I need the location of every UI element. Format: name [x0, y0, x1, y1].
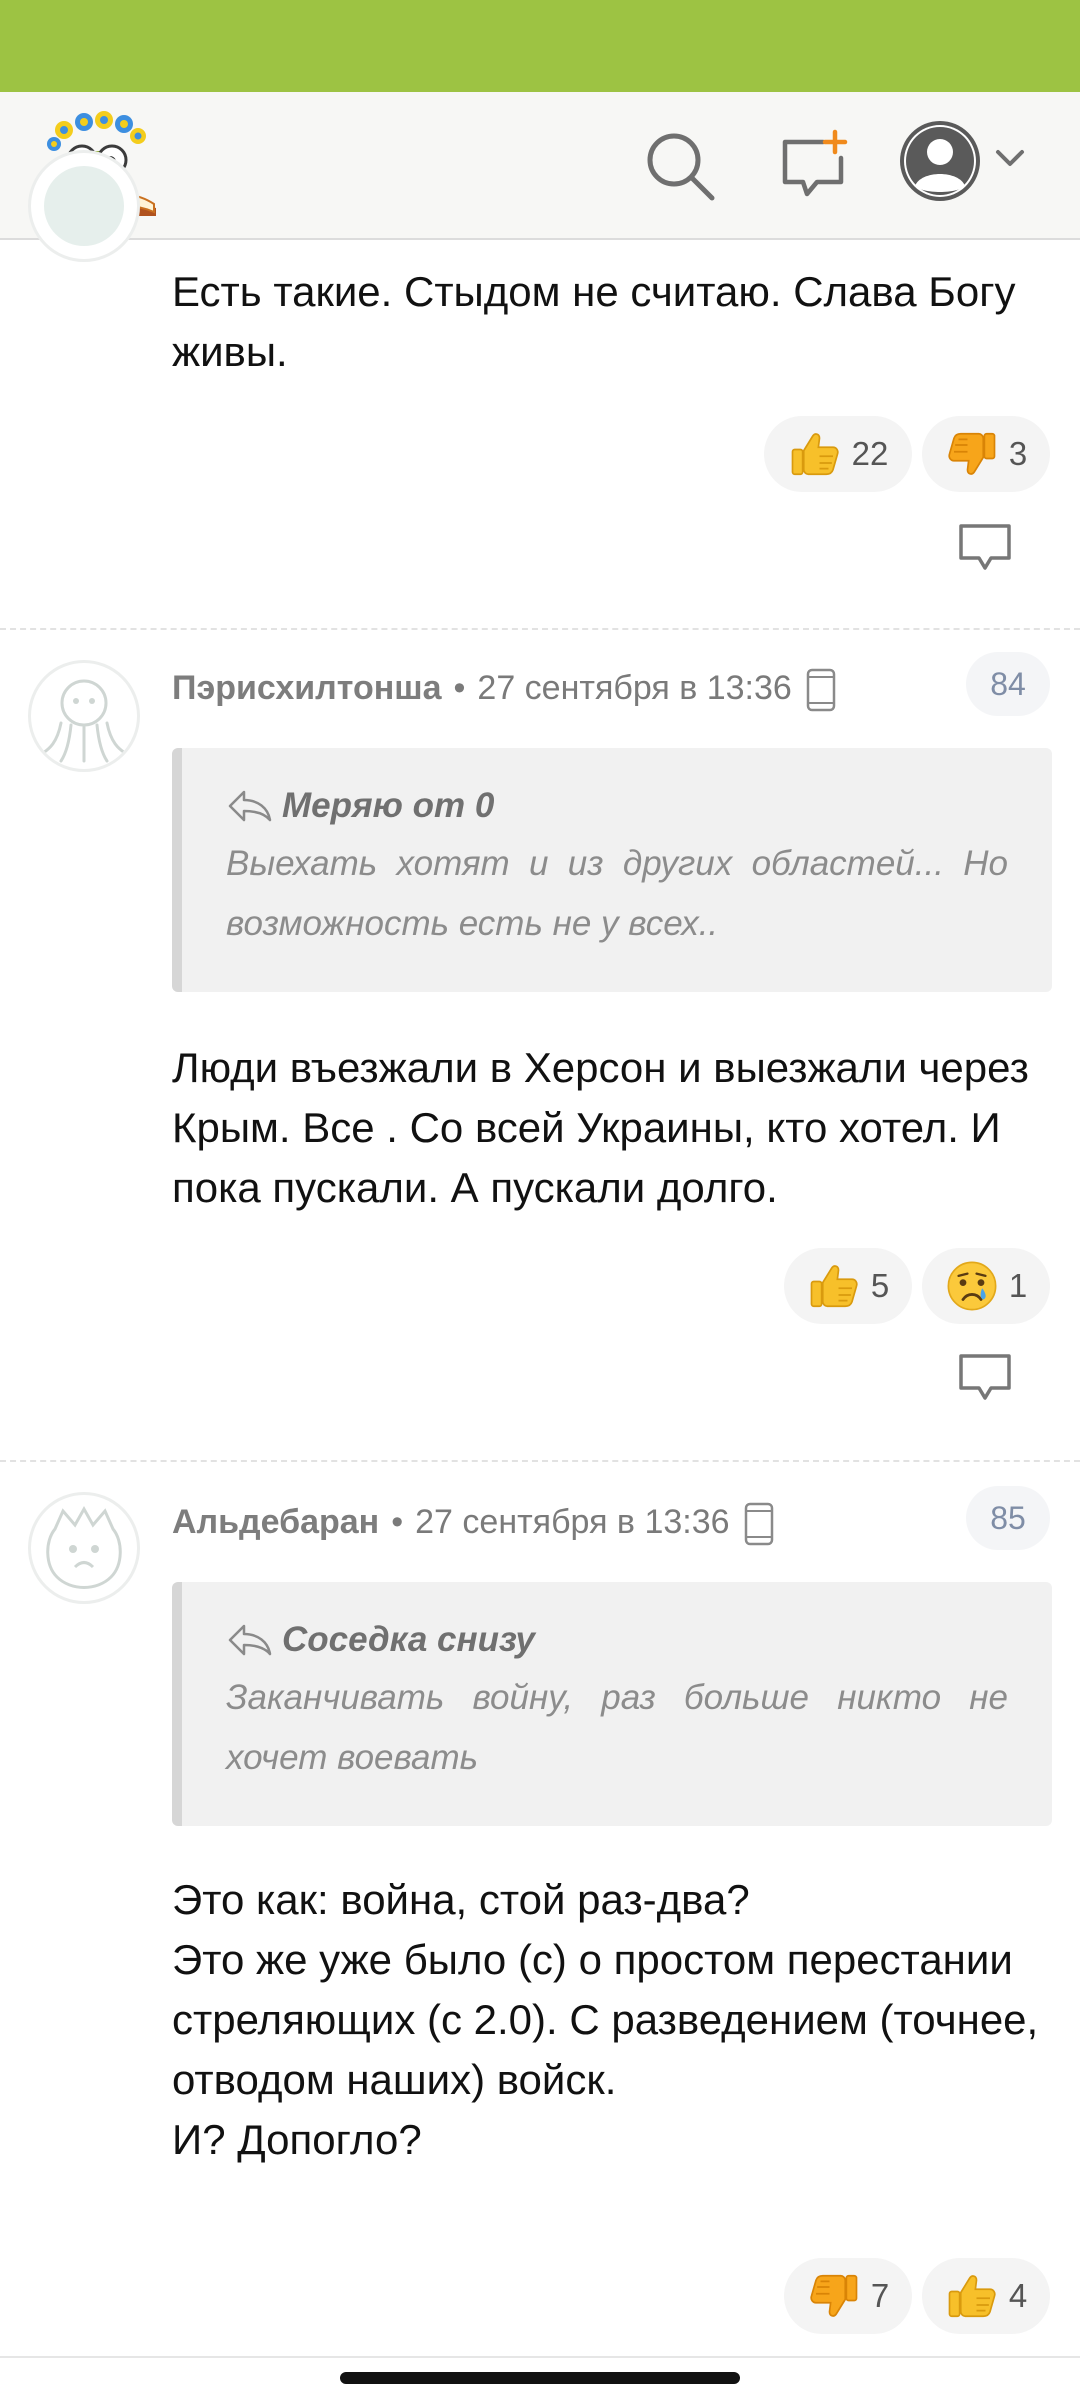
home-indicator[interactable] — [340, 2372, 740, 2384]
thumbs-up-icon — [807, 1259, 861, 1313]
top-app-bar — [0, 92, 1080, 240]
comment-meta: Пэрисхилтонша • 27 сентября в 13:36 — [172, 668, 836, 712]
thumbs-up-icon — [788, 427, 842, 481]
quote-author-name: Соседка снизу — [282, 1620, 535, 1659]
quote-author[interactable]: Меряю от 0 — [226, 786, 1008, 826]
comment-author[interactable]: Альдебаран — [172, 1503, 379, 1541]
user-avatar[interactable] — [28, 1492, 140, 1604]
comment: Пэрисхилтонша • 27 сентября в 13:36 84 Мер… — [0, 630, 1080, 1460]
comment-text: Это как: война, стой раз-два? Это же уже… — [172, 1870, 1052, 2170]
quote-block: Соседка снизу Заканчивать войну, раз бол… — [172, 1582, 1052, 1826]
reaction-count: 5 — [870, 1267, 890, 1304]
reaction-count: 3 — [1008, 435, 1028, 472]
user-avatar[interactable] — [28, 150, 140, 262]
reaction-like-button[interactable]: 5 — [784, 1248, 912, 1324]
crying-face-icon — [945, 1259, 999, 1313]
reaction-like-button[interactable]: 22 — [764, 416, 912, 492]
comment-meta: Альдебаран • 27 сентября в 13:36 — [172, 1502, 774, 1546]
comment-author[interactable]: Пэрисхилтонша — [172, 669, 442, 707]
reply-icon[interactable] — [955, 1350, 1015, 1406]
comment: Альдебаран • 27 сентября в 13:36 85 Соседк… — [0, 1462, 1080, 2362]
mobile-device-icon — [806, 668, 836, 712]
comment-date: 27 сентября в 13:36 — [477, 668, 792, 707]
reply-icon[interactable] — [955, 520, 1015, 576]
comment-text-line: Это как: война, стой раз-два? — [172, 1876, 750, 1923]
comment-text-line: И? Допогло? — [172, 2116, 422, 2163]
thumbs-up-icon — [945, 2269, 999, 2323]
reaction-crying-button[interactable]: 1 — [922, 1248, 1050, 1324]
comment-number-badge[interactable]: 84 — [966, 652, 1050, 716]
thumbs-down-icon — [945, 427, 999, 481]
reaction-dislike-button[interactable]: 7 — [784, 2258, 912, 2334]
reaction-count: 22 — [851, 435, 889, 472]
reaction-count: 7 — [870, 2277, 890, 2314]
reaction-count: 1 — [1008, 1267, 1028, 1304]
comment-text: Есть такие. Стыдом не считаю. Слава Богу… — [172, 268, 1016, 375]
user-avatar[interactable] — [28, 660, 140, 772]
quote-text: Выехать хотят и из других областей... Но… — [226, 844, 1008, 943]
bottom-divider — [0, 2356, 1080, 2358]
reaction-dislike-button[interactable]: 3 — [922, 416, 1050, 492]
status-bar — [0, 0, 1080, 92]
search-icon[interactable] — [640, 126, 720, 206]
quote-block: Меряю от 0 Выехать хотят и из других обл… — [172, 748, 1052, 992]
comment-text-line: Это же уже было (с) о простом перестании… — [172, 1936, 1039, 2103]
quote-reply-icon — [226, 1622, 274, 1658]
chevron-down-icon[interactable] — [990, 144, 1030, 174]
comment-number-badge[interactable]: 85 — [966, 1486, 1050, 1550]
thumbs-down-icon — [807, 2269, 861, 2323]
quote-reply-icon — [226, 788, 274, 824]
reaction-like-button[interactable]: 4 — [922, 2258, 1050, 2334]
comment-text: Люди въезжали в Херсон и выезжали через … — [172, 1044, 1029, 1211]
quote-text: Заканчивать войну, раз больше никто не х… — [226, 1678, 1008, 1777]
new-message-icon[interactable] — [775, 126, 855, 206]
account-icon[interactable] — [895, 116, 985, 206]
mobile-device-icon — [744, 1502, 774, 1546]
quote-author[interactable]: Соседка снизу — [226, 1620, 1008, 1660]
comment: Есть такие. Стыдом не считаю. Слава Богу… — [0, 150, 1080, 628]
comment-date: 27 сентября в 13:36 — [415, 1502, 730, 1541]
quote-author-name: Меряю от 0 — [282, 786, 495, 825]
reaction-count: 4 — [1008, 2277, 1028, 2314]
